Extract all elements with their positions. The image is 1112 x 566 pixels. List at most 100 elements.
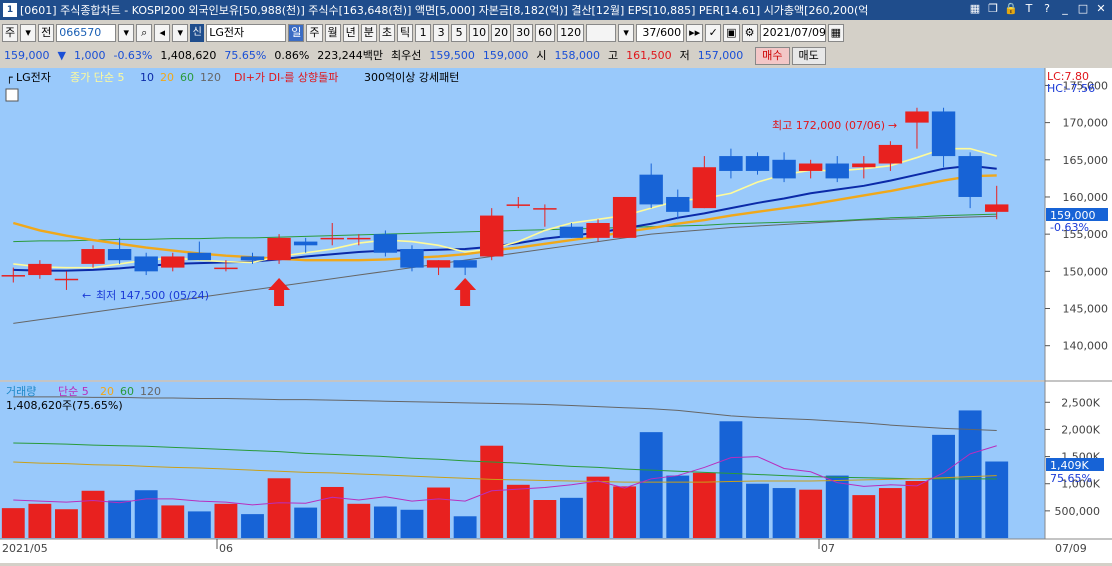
stock-legend-label: LG전자 <box>16 71 51 84</box>
scroll-icon[interactable]: ▸▸ <box>686 24 704 42</box>
interval-5-button[interactable]: 5 <box>451 24 468 42</box>
volume-value: 1,408,620 <box>160 49 217 62</box>
period-year-button[interactable]: 년 <box>342 24 359 42</box>
date-axis-label: 2021/05 <box>2 542 48 555</box>
candle-body <box>612 196 637 238</box>
volume-bar <box>294 507 318 538</box>
volume-ma60-legend: 60 <box>120 385 134 398</box>
help-icon[interactable]: ? <box>1040 2 1054 16</box>
date-field[interactable]: 2021/07/09 <box>759 24 826 42</box>
volume-bar <box>932 434 955 538</box>
volume-ma5-legend: 단순 5 <box>58 385 89 398</box>
sell-button[interactable]: 매도 <box>791 47 826 65</box>
candle-body <box>559 226 584 238</box>
restore-icon[interactable]: ❐ <box>986 2 1000 16</box>
volume-bar <box>427 487 450 538</box>
volume-bar <box>81 490 105 538</box>
chart-area[interactable]: 175,000 170,000 165,000 160,000 155,000 150,0… <box>0 68 1112 563</box>
bid-price: 159,000 <box>482 49 529 62</box>
volume-bar <box>825 475 849 538</box>
interval-1-button[interactable]: 1 <box>415 24 432 42</box>
custom-interval-input[interactable] <box>586 24 617 42</box>
volume-axis-label: 2,000K <box>1061 423 1100 436</box>
code-dropdown-icon[interactable]: ▾ <box>118 24 135 42</box>
stock-chart[interactable]: 175,000170,000165,000160,000155,000150,0… <box>0 68 1112 563</box>
period-tick-button[interactable]: 틱 <box>397 24 414 42</box>
volume-bar <box>692 472 716 538</box>
calendar-icon[interactable]: ▦ <box>827 24 844 42</box>
period-minute-button[interactable]: 분 <box>360 24 377 42</box>
period-day-button[interactable]: 일 <box>288 24 305 42</box>
chart-grid-icon[interactable] <box>5 88 19 102</box>
chevron-down-icon[interactable]: ▾ <box>172 24 189 42</box>
candle-body <box>798 163 823 171</box>
buy-button[interactable]: 매수 <box>755 47 790 65</box>
candle-body <box>692 167 717 209</box>
interval-20-button[interactable]: 20 <box>491 24 512 42</box>
open-price: 158,000 <box>554 49 601 62</box>
date-axis-label: 06 <box>219 542 233 555</box>
data-count-field[interactable]: 37/600 <box>636 24 685 42</box>
volume-bar <box>108 500 132 538</box>
speaker-icon[interactable]: ◂ <box>154 24 171 42</box>
period-week-button[interactable]: 주 <box>306 24 323 42</box>
quote-bar: 159,000 ▼ 1,000 -0.63% 1,408,620 75.65% … <box>0 46 1112 66</box>
maximize-icon[interactable]: □ <box>1076 2 1090 16</box>
candle-body <box>54 278 79 281</box>
tile-icon[interactable]: ▦ <box>968 2 982 16</box>
stock-name-field[interactable]: LG전자 <box>206 24 287 42</box>
chevron-down-icon[interactable]: ▾ <box>618 24 635 42</box>
minimize-icon[interactable]: _ <box>1058 2 1072 16</box>
font-size-icon[interactable]: T <box>1022 2 1036 16</box>
window-title: [0601] 주식종합차트 - KOSPI200 외국인보유[50,988(천)… <box>20 4 869 17</box>
volume-bar <box>639 432 663 538</box>
volume-bar <box>613 486 637 538</box>
volume-axis-label: 500,000 <box>1055 505 1101 518</box>
save-icon[interactable]: ▣ <box>723 24 740 42</box>
hc-label: HC:-7.56 <box>1047 82 1095 95</box>
candle-body <box>533 208 557 210</box>
volume-bar <box>400 509 424 538</box>
interval-30-button[interactable]: 30 <box>513 24 534 42</box>
close-icon[interactable]: ✕ <box>1094 2 1108 16</box>
search-icon[interactable]: ⌕ <box>136 24 153 42</box>
gear-icon[interactable]: ⚙ <box>741 24 758 42</box>
price-axis-label: 170,000 <box>1063 117 1109 130</box>
pattern-legend: 300억이상 강세패턴 <box>364 71 459 84</box>
title-bar: 1 [0601] 주식종합차트 - KOSPI200 외국인보유[50,988(… <box>0 0 1112 20</box>
low-annotation: 최저 147,500 (05/24) <box>96 289 209 302</box>
candle-body <box>347 237 371 240</box>
period-dropdown[interactable]: 주 <box>2 24 19 42</box>
volume-bar <box>373 506 397 538</box>
percent-tag: -0.63% <box>1050 221 1089 234</box>
low-label: 저 <box>679 49 690 62</box>
type-dropdown[interactable]: 전 <box>38 24 55 42</box>
stock-code-input[interactable]: 066570 <box>56 24 117 42</box>
signal-legend: DI+가 DI-를 상향돌파 <box>234 71 338 84</box>
date-axis-label: 07/09 <box>1055 542 1087 555</box>
interval-3-button[interactable]: 3 <box>433 24 450 42</box>
high-label: 고 <box>608 49 619 62</box>
period-month-button[interactable]: 월 <box>324 24 341 42</box>
price-panel-bg <box>0 68 1045 380</box>
interval-60-button[interactable]: 60 <box>535 24 556 42</box>
interval-120-button[interactable]: 120 <box>557 24 585 42</box>
checkmark-icon[interactable]: ✓ <box>705 24 722 42</box>
credit-badge: 신 <box>190 24 205 42</box>
interval-10-button[interactable]: 10 <box>469 24 490 42</box>
candle-body <box>453 260 477 268</box>
candle-body <box>320 237 344 240</box>
period-second-button[interactable]: 초 <box>378 24 395 42</box>
candle-body <box>1 275 25 277</box>
ask-price: 159,500 <box>429 49 475 62</box>
candle-body <box>426 260 451 268</box>
volume-legend-label: 거래량 <box>6 385 36 398</box>
volume-bar <box>772 488 796 538</box>
price-axis-label: 150,000 <box>1063 265 1109 278</box>
candle-body <box>666 196 690 212</box>
lock-icon[interactable]: 🔒 <box>1004 2 1018 16</box>
volume-value-legend: 1,408,620주(75.65%) <box>6 399 123 412</box>
candle-body <box>214 267 238 270</box>
chevron-down-icon[interactable]: ▾ <box>20 24 37 42</box>
volume-percent-tag: 75.65% <box>1050 472 1092 485</box>
